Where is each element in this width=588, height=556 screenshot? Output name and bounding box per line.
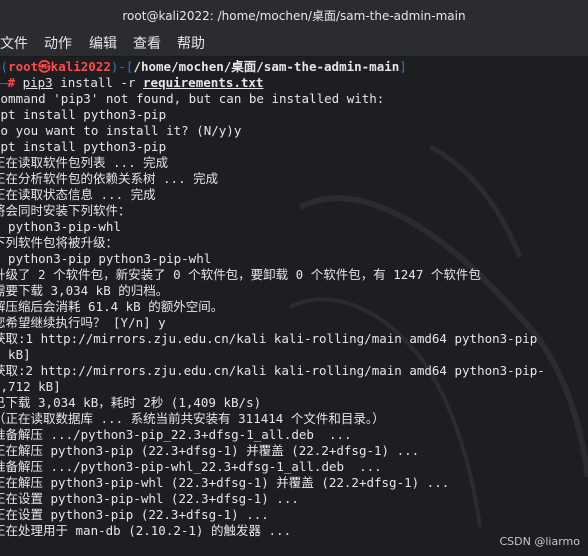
output-line: python3-pip-whl <box>0 219 121 234</box>
command-name: pip3 <box>22 75 53 90</box>
menu-item-action[interactable]: 动作 <box>44 32 72 56</box>
output-line: 准备解压 .../python3-pip_22.3+dfsg-1_all.deb… <box>0 427 352 442</box>
output-line: 正在读取状态信息 ... 完成 <box>0 187 156 202</box>
output-line: apt install python3-pip <box>0 107 167 122</box>
prompt-hash-prefix: — <box>0 75 8 90</box>
prompt-hash: # <box>7 75 16 90</box>
output-line: 将会同时安装下列软件： <box>0 203 131 218</box>
output-line: 正在解压 python3-pip (22.3+dfsg-1) 并覆盖 (22.2… <box>0 443 420 458</box>
prompt-user-host: root㉿kali2022 <box>8 59 111 74</box>
output-line: Command 'pip3' not found, but can be ins… <box>0 91 385 106</box>
output-line: 正在设置 python3-pip (22.3+dfsg-1) ... <box>0 507 269 522</box>
output-line: 准备解压 .../python3-pip-whl_22.3+dfsg-1_all… <box>0 459 382 474</box>
output-line: 已下载 3,034 kB，耗时 2秒 (1,409 kB/s) <box>0 395 262 410</box>
output-line: 2 kB] <box>0 347 31 362</box>
output-line: 需要下载 3,034 kB 的归档。 <box>0 283 169 298</box>
output-line: apt install python3-pip <box>0 139 167 154</box>
output-line: Do you want to install it? (N/y)y <box>0 123 242 138</box>
terminal-area[interactable]: —(root㉿kali2022)-[/home/mochen/桌面/sam-th… <box>0 57 588 556</box>
output-line: （正在读取数据库 ... 系统当前共安装有 311414 个文件和目录。） <box>0 411 385 426</box>
prompt-bracket-close: ] <box>399 59 407 74</box>
output-line: 正在设置 python3-pip-whl (22.3+dfsg-1) ... <box>0 491 299 506</box>
command-file: requirements.txt <box>143 75 264 90</box>
menu-item-file[interactable]: 文件 <box>0 32 28 56</box>
menu-item-help[interactable]: 帮助 <box>177 32 205 56</box>
output-line: 1,712 kB] <box>0 379 61 394</box>
terminal-output: —(root㉿kali2022)-[/home/mochen/桌面/sam-th… <box>0 59 588 539</box>
output-line: 您希望继续执行吗？ [Y/n] y <box>0 315 166 330</box>
output-line: 解压缩后会消耗 61.4 kB 的额外空间。 <box>0 299 224 314</box>
menu-item-view[interactable]: 查看 <box>133 32 161 56</box>
menu-bar: 文件 动作 编辑 查看 帮助 <box>0 32 588 57</box>
output-line: 升级了 2 个软件包，新安装了 0 个软件包，要卸载 0 个软件包，有 1247… <box>0 267 481 282</box>
prompt-bracket-open: —( <box>0 59 9 74</box>
output-line: 正在解压 python3-pip-whl (22.3+dfsg-1) 并覆盖 (… <box>0 475 450 490</box>
window-title-bar: root@kali2022: /home/mochen/桌面/sam-the-a… <box>0 0 588 32</box>
output-line: 获取:1 http://mirrors.zju.edu.cn/kali kali… <box>0 331 538 346</box>
output-block: Command 'pip3' not found, but can be ins… <box>0 91 588 539</box>
output-line: 正在分析软件包的依赖关系树 ... 完成 <box>0 171 219 186</box>
output-line: 正在读取软件包列表 ... 完成 <box>0 155 169 170</box>
csdn-watermark: CSDN @liarmo <box>499 535 581 548</box>
menu-item-edit[interactable]: 编辑 <box>89 32 117 56</box>
command-args: install -r <box>60 75 144 90</box>
prompt-path: /home/mochen/桌面/sam-the-admin-main <box>133 59 400 74</box>
output-line: 获取:2 http://mirrors.zju.edu.cn/kali kali… <box>0 363 545 378</box>
output-line: python3-pip python3-pip-whl <box>0 251 212 266</box>
command-line: —# pip3 install -r requirements.txt <box>0 75 588 91</box>
window-title: root@kali2022: /home/mochen/桌面/sam-the-a… <box>122 9 466 23</box>
prompt-bracket-mid: )-[ <box>110 59 134 74</box>
prompt-line: —(root㉿kali2022)-[/home/mochen/桌面/sam-th… <box>0 59 588 75</box>
output-line: 下列软件包将被升级： <box>0 235 119 250</box>
